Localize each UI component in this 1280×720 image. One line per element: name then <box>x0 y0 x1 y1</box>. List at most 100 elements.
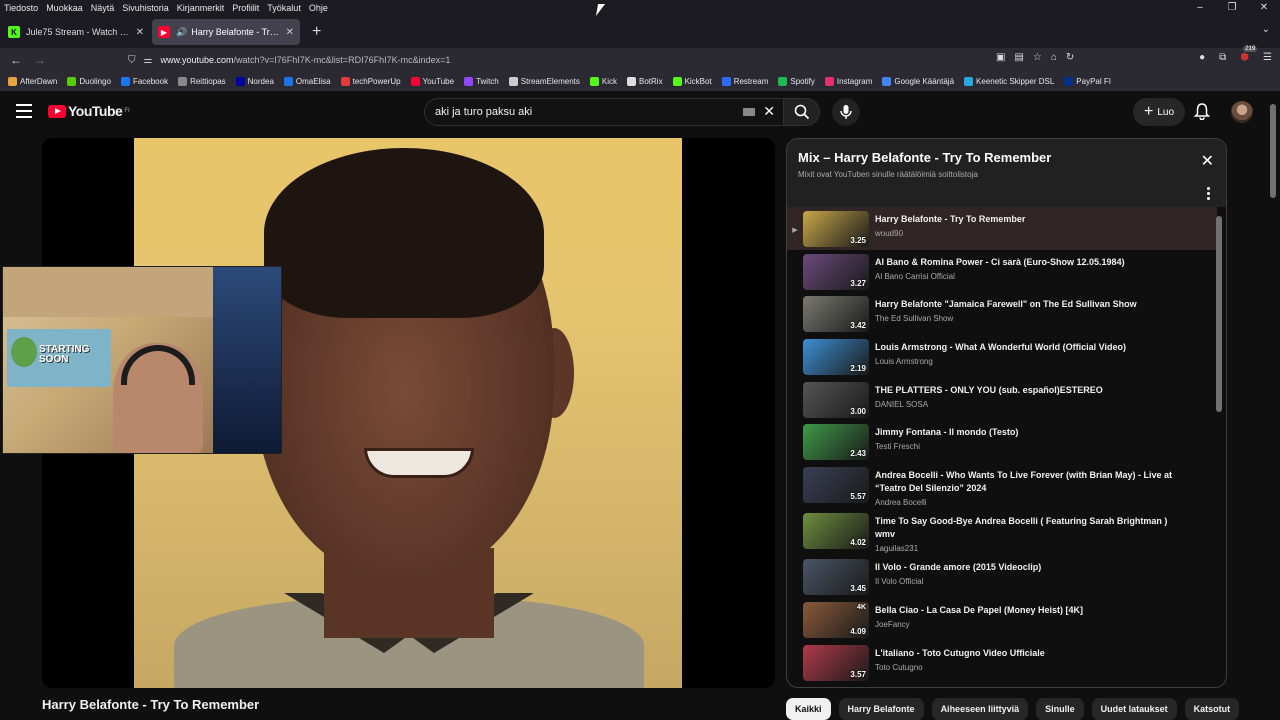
filter-chip[interactable]: Uudet lataukset <box>1091 698 1177 720</box>
item-channel[interactable]: 1aguilas231 <box>875 544 1175 553</box>
search-query[interactable]: aki ja turo paksu aki <box>435 106 532 118</box>
bookmark-item[interactable]: Keenetic Skipper DSL <box>964 77 1054 86</box>
video-thumbnail[interactable]: 3.57 <box>803 644 869 681</box>
menu-bookmarks[interactable]: Kirjanmerkit <box>173 3 229 13</box>
close-tab-icon[interactable]: ✕ <box>136 27 144 38</box>
video-thumbnail[interactable]: 2.43 <box>803 424 869 461</box>
bookmark-item[interactable]: Spotify <box>778 77 815 86</box>
playlist-item[interactable]: 4.02 Time To Say Good-Bye Andrea Bocelli … <box>787 509 1217 555</box>
bookmark-item[interactable]: Facebook <box>120 77 168 86</box>
item-channel[interactable]: Il Volo Official <box>875 577 1175 586</box>
video-thumbnail[interactable]: 3.25 <box>803 211 869 247</box>
item-channel[interactable]: The Ed Sullivan Show <box>875 314 1175 323</box>
item-title[interactable]: THE PLATTERS - ONLY YOU (sub. español)ES… <box>875 384 1175 397</box>
video-thumbnail[interactable]: 2.19 <box>803 339 869 376</box>
app-menu-icon[interactable]: ☰ <box>1263 52 1272 63</box>
search-input[interactable]: aki ja turo paksu aki ✕ <box>424 98 784 126</box>
playlist-item[interactable]: 3.45 Il Volo - Grande amore (2015 Videocl… <box>787 555 1217 598</box>
browser-tab-kick[interactable]: K Jule75 Stream - Watch Live on K ✕ <box>2 19 150 45</box>
video-thumbnail[interactable]: 3.45 <box>803 559 869 596</box>
menu-file[interactable]: Tiedosto <box>0 3 42 13</box>
item-channel[interactable]: Al Bano Carrisi Official <box>875 272 1175 281</box>
playlist-item[interactable]: 4K 4.09 Bella Ciao - La Casa De Papel (Mon… <box>787 598 1217 641</box>
bookmark-item[interactable]: Kick <box>589 77 617 86</box>
bookmark-item[interactable]: Reittiopas <box>178 77 226 86</box>
item-channel[interactable]: Andrea Bocelli <box>875 498 1175 507</box>
playlist-item[interactable]: ▶ 3.25 Harry Belafonte - Try To Remember wo… <box>787 207 1217 250</box>
home-icon[interactable]: ⌂ <box>1051 52 1057 63</box>
reload-icon[interactable]: ↻ <box>1066 52 1074 63</box>
item-channel[interactable]: JoeFancy <box>875 620 1175 629</box>
page-scrollbar[interactable] <box>1270 104 1276 198</box>
item-title[interactable]: Al Bano & Romina Power - Ci sarà (Euro-S… <box>875 256 1175 269</box>
extensions-icon[interactable]: ⧉ <box>1219 52 1226 63</box>
item-title[interactable]: Jimmy Fontana - Il mondo (Testo) <box>875 426 1175 439</box>
video-thumbnail[interactable]: 4K 4.09 <box>803 601 869 638</box>
menu-edit[interactable]: Muokkaa <box>42 3 87 13</box>
menu-view[interactable]: Näytä <box>87 3 119 13</box>
bookmark-item[interactable]: KickBot <box>672 77 712 86</box>
picture-in-picture-icon[interactable]: ▣ <box>996 52 1005 63</box>
permissions-icon[interactable]: ⚌ <box>144 55 153 66</box>
video-thumbnail[interactable]: 4.02 <box>803 513 869 550</box>
bookmark-item[interactable]: Twitch <box>464 77 499 86</box>
clear-search-icon[interactable]: ✕ <box>763 103 775 120</box>
bookmark-item[interactable]: Duolingo <box>67 77 111 86</box>
minimize-icon[interactable]: – <box>1184 0 1216 16</box>
playlist-item[interactable]: 5.57 Andrea Bocelli - Who Wants To Live F… <box>787 463 1217 509</box>
search-button[interactable] <box>784 98 820 126</box>
playlist-title[interactable]: Mix – Harry Belafonte - Try To Remember <box>798 150 1051 165</box>
reader-view-icon[interactable]: ▤ <box>1014 52 1023 63</box>
bookmark-item[interactable]: OmaElisa <box>283 77 331 86</box>
voice-search-button[interactable] <box>832 98 860 126</box>
ublock-icon[interactable]: ⬢ 219 <box>1240 46 1258 63</box>
restore-icon[interactable]: ❐ <box>1216 0 1248 16</box>
forward-icon[interactable]: → <box>28 53 52 67</box>
menu-history[interactable]: Sivuhistoria <box>118 3 173 13</box>
bookmark-item[interactable]: YouTube <box>410 77 454 86</box>
item-channel[interactable]: Testi Freschi <box>875 442 1175 451</box>
list-tabs-icon[interactable]: ⌄ <box>1262 24 1270 35</box>
video-thumbnail[interactable]: 5.57 <box>803 467 869 504</box>
playlist-item[interactable]: 3.00 THE PLATTERS - ONLY YOU (sub. españo… <box>787 378 1217 421</box>
browser-tab-youtube[interactable]: ▶ 🔊 Harry Belafonte - Try To Rem ✕ <box>152 19 300 45</box>
filter-chip[interactable]: Kaikki <box>786 698 831 720</box>
close-window-icon[interactable]: ✕ <box>1248 0 1280 16</box>
item-channel[interactable]: Toto Cutugno <box>875 663 1175 672</box>
item-title[interactable]: Louis Armstrong - What A Wonderful World… <box>875 341 1175 354</box>
filter-chip[interactable]: Aiheeseen liittyviä <box>931 698 1029 720</box>
create-button[interactable]: + Luo <box>1133 98 1185 126</box>
star-icon[interactable]: ☆ <box>1033 52 1042 63</box>
bookmark-item[interactable]: PayPal FI <box>1064 77 1111 86</box>
bookmark-item[interactable]: StreamElements <box>508 77 580 86</box>
account-icon[interactable]: ● <box>1199 52 1205 63</box>
new-tab-button[interactable]: + <box>302 23 331 41</box>
bookmark-item[interactable]: BotRix <box>627 77 663 86</box>
menu-tools[interactable]: Työkalut <box>263 3 305 13</box>
shield-icon[interactable]: ⛉ <box>128 55 136 66</box>
item-title[interactable]: Andrea Bocelli - Who Wants To Live Forev… <box>875 469 1175 495</box>
filter-chip[interactable]: Sinulle <box>1036 698 1084 720</box>
close-playlist-icon[interactable]: ✕ <box>1201 151 1214 171</box>
playlist-item[interactable]: 2.43 Jimmy Fontana - Il mondo (Testo) Test… <box>787 420 1217 463</box>
playlist-item[interactable]: 3.27 Al Bano & Romina Power - Ci sarà (Eu… <box>787 250 1217 293</box>
playlist-item[interactable]: 3.57 L'italiano - Toto Cutugno Video Uffi… <box>787 641 1217 684</box>
keyboard-icon[interactable] <box>743 108 755 116</box>
bookmark-item[interactable]: techPowerUp <box>340 77 401 86</box>
video-thumbnail[interactable]: 3.27 <box>803 253 869 290</box>
item-title[interactable]: Bella Ciao - La Casa De Papel (Money Hei… <box>875 604 1175 617</box>
menu-profiles[interactable]: Profiilit <box>228 3 263 13</box>
bookmark-item[interactable]: Restream <box>721 77 768 86</box>
bookmark-item[interactable]: Google Kääntäjä <box>882 77 954 86</box>
bookmark-item[interactable]: Instagram <box>824 77 872 86</box>
item-channel[interactable]: woud90 <box>875 229 1175 238</box>
item-title[interactable]: L'italiano - Toto Cutugno Video Ufficial… <box>875 647 1175 660</box>
back-icon[interactable]: ← <box>4 53 28 67</box>
item-title[interactable]: Harry Belafonte "Jamaica Farewell" on Th… <box>875 298 1175 311</box>
bookmark-item[interactable]: AfterDawn <box>8 77 57 86</box>
address-bar[interactable]: ⛉ ⚌ www.youtube.com/watch?v=I76FhI7K-mc&… <box>128 50 1103 70</box>
menu-help[interactable]: Ohje <box>305 3 332 13</box>
url-text[interactable]: www.youtube.com/watch?v=I76FhI7K-mc&list… <box>160 55 450 65</box>
playlist-item[interactable]: 2.19 Louis Armstrong - What A Wonderful W… <box>787 335 1217 378</box>
avatar[interactable] <box>1231 101 1253 123</box>
